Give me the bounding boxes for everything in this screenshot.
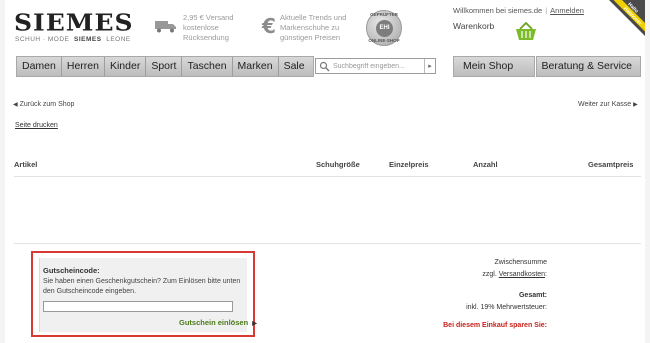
col-header-total: Gesamtpreis [588,160,634,169]
col-header-quantity: Anzahl [473,160,498,169]
shipping-cost-label: zzgl. Versandkosten: [482,271,547,278]
seal-center-text: EHI [376,20,393,37]
nav-item-taschen[interactable]: Taschen [182,57,233,76]
arrow-right-icon: ▶ [633,102,638,108]
shipping-prefix: zzgl. [482,271,497,278]
subbrand-2: SIEMES [74,36,102,43]
proceed-checkout-link[interactable]: Weiter zur Kasse ▶ [578,101,638,108]
ehi-seal[interactable]: GEPRÜFTER EHI ONLINE-SHOP [366,10,402,46]
savings-label: Bei diesem Einkauf sparen Sie: [443,322,547,329]
euro-icon: € [262,14,276,38]
coupon-description: Sie haben einen Geschenkgutschein? Zum E… [43,278,241,295]
nav-item-sport[interactable]: Sport [146,57,183,76]
coupon-code-input[interactable] [43,301,233,312]
subbrand-3: LEONE [106,36,131,43]
search-submit-button[interactable]: ▸ [424,59,435,73]
redeem-coupon-button[interactable]: Gutschein einlösen ▶ [179,318,257,327]
back-label: Zurück zum Shop [19,101,75,108]
arrow-right-icon: ▶ [252,321,257,327]
table-bottom-divider [14,243,641,244]
redeem-coupon-label: Gutschein einlösen [179,318,249,327]
shipping-line-3: Rücksendung [183,33,229,42]
basket-icon[interactable] [515,22,537,42]
arrow-left-icon: ◀ [13,102,18,108]
nav-item-kinder[interactable]: Kinder [105,57,147,76]
nav-item-marken[interactable]: Marken [233,57,279,76]
service-button[interactable]: Beratung & Service [536,56,641,77]
shipping-line-1: 2,95 € Versand [183,13,234,22]
col-header-article: Artikel [14,160,38,169]
shipping-suffix: : [545,271,547,278]
shipping-cost-link[interactable]: Versandkosten [499,271,545,278]
nav-item-sale[interactable]: Sale [279,57,310,76]
trend-line-3: günstigen Preisen [280,33,341,42]
nav-item-herren[interactable]: Herren [62,57,105,76]
subbrand-1: SCHUH · MODE [15,36,70,43]
cart-label[interactable]: Warenkorb [453,21,494,31]
col-header-size: Schuhgröße [316,160,360,169]
subtotal-label: Zwischensumme [494,259,547,266]
vat-label: inkl. 19% Mehrwertsteuer: [466,304,547,311]
page-background: SIEMES SCHUH · MODE SIEMES LEONE 2,95 € … [0,0,650,343]
hannover-ribbon[interactable]: Hallo Hannover [609,0,645,36]
search-box: Suchbegriff eingeben... ▸ [315,58,436,74]
main-nav: Damen Herren Kinder Sport Taschen Marken… [16,56,314,77]
search-icon [319,61,330,71]
trend-line-1: Aktuelle Trends und [280,13,347,22]
logo-subbrands: SCHUH · MODE SIEMES LEONE [15,36,131,43]
shipping-info: 2,95 € Versand kostenlose Rücksendung [183,13,233,43]
welcome-bar: Willkommen bei siemes.de | Anmelden [453,6,584,15]
shipping-line-2: kostenlose [183,23,219,32]
welcome-text: Willkommen bei siemes.de [453,6,543,15]
col-header-unit-price: Einzelpreis [389,160,429,169]
trend-line-2: Markenschuhe zu [280,23,340,32]
back-to-shop-link[interactable]: ◀ Zurück zum Shop [13,101,74,108]
siemes-logo[interactable]: SIEMES [14,10,134,36]
coupon-title: Gutscheincode: [43,266,100,275]
print-page-link[interactable]: Seite drucken [15,122,58,129]
truck-icon [155,21,176,33]
nav-item-damen[interactable]: Damen [17,57,62,76]
my-shop-button[interactable]: Mein Shop [453,56,535,77]
forward-label: Weiter zur Kasse [578,101,632,108]
trend-info: Aktuelle Trends und Markenschuhe zu güns… [280,13,346,43]
login-link[interactable]: Anmelden [550,6,584,15]
seal-top-text: GEPRÜFTER [370,12,398,17]
search-input[interactable]: Suchbegriff eingeben... [333,63,424,70]
cart-page: SIEMES SCHUH · MODE SIEMES LEONE 2,95 € … [5,0,645,343]
seal-bottom-text: ONLINE-SHOP [368,38,400,43]
total-label: Gesamt: [518,292,547,299]
table-divider [14,176,641,177]
